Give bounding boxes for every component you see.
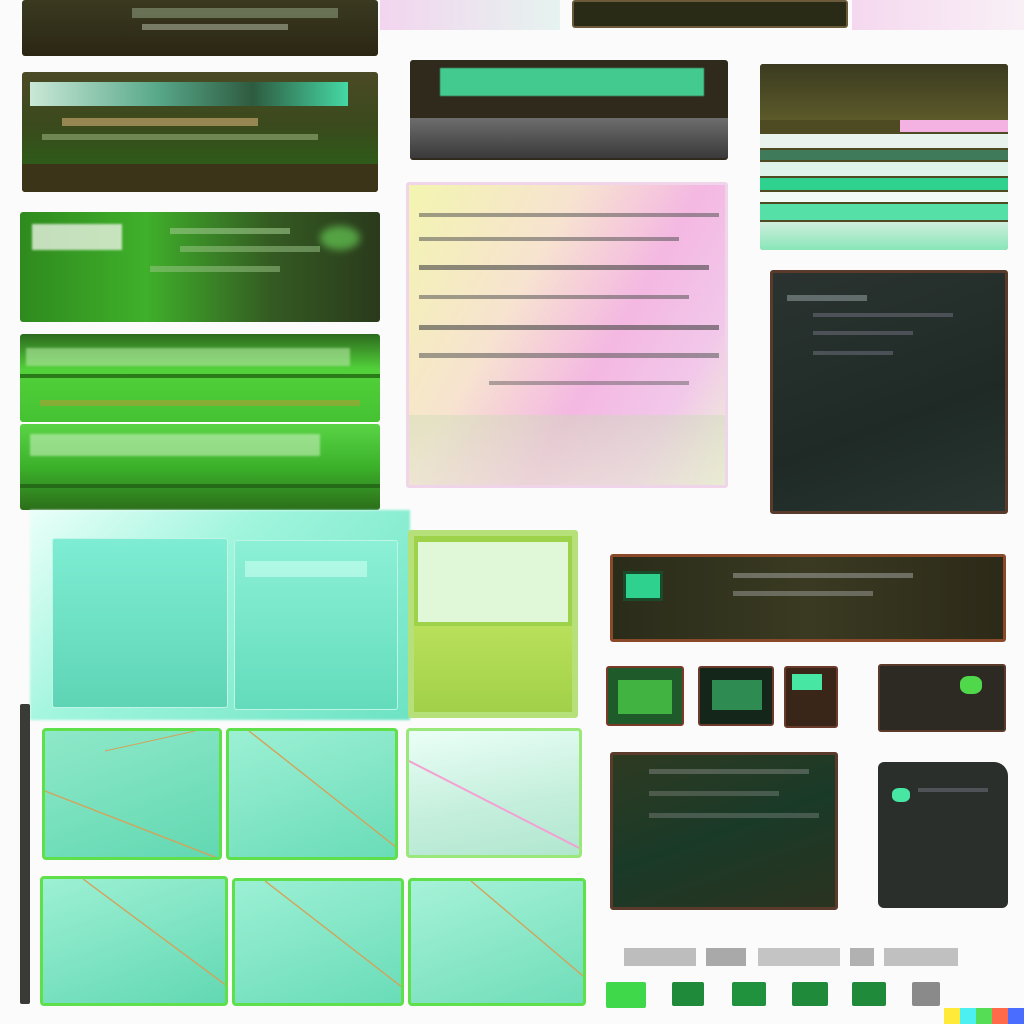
small-tile-green-2 [698, 666, 774, 726]
gray-chip-2 [706, 948, 746, 966]
gray-chip-5 [884, 948, 958, 966]
top-pink-strip [380, 0, 560, 30]
charcoal-terminal-panel [770, 270, 1008, 514]
corner-color-2 [960, 1008, 976, 1024]
green-swatch-2 [672, 982, 704, 1006]
corner-color-1 [944, 1008, 960, 1024]
top-dark-strip [572, 0, 848, 28]
green-swatch-3 [732, 982, 766, 1006]
mint-title-panel [410, 60, 728, 160]
gradient-document-card [406, 182, 728, 488]
grid-tile-r1c2 [226, 728, 398, 860]
aqua-tile-2 [234, 540, 398, 710]
dark-tab-panel [610, 554, 1006, 642]
small-tile-green-1 [606, 666, 684, 726]
dark-green-card [610, 752, 838, 910]
green-gradient-panel-2 [20, 424, 380, 510]
gray-chip-1 [624, 948, 696, 966]
top-right-pink-strip [852, 0, 1024, 30]
grid-tile-r2c2 [232, 878, 404, 1006]
gray-chip-4 [850, 948, 874, 966]
small-tile-green-3 [784, 666, 838, 728]
corner-color-mark [944, 1008, 1024, 1024]
top-left-olive-panel [22, 0, 378, 56]
green-header-panel [20, 212, 380, 322]
green-swatch-1 [606, 982, 646, 1008]
green-swatch-5 [852, 982, 886, 1006]
striped-preview-panel [760, 64, 1008, 250]
corner-color-5 [1008, 1008, 1024, 1024]
corner-color-4 [992, 1008, 1008, 1024]
corner-color-3 [976, 1008, 992, 1024]
green-gradient-panel-1 [20, 334, 380, 422]
aqua-tile-1 [52, 538, 228, 708]
sd-card-shape [878, 762, 1008, 908]
grid-tile-r1c3 [406, 728, 582, 858]
left-edge-bar [20, 704, 30, 1004]
lime-window-tile [408, 530, 578, 718]
grid-tile-r2c3 [408, 878, 586, 1006]
gray-chip-3 [758, 948, 840, 966]
green-swatch-4 [792, 982, 828, 1006]
small-tile-dark [878, 664, 1006, 732]
grid-tile-r2c1 [40, 876, 228, 1006]
grid-tile-r1c1 [42, 728, 222, 860]
gray-swatch [912, 982, 940, 1006]
olive-toolbar-panel [22, 72, 378, 192]
